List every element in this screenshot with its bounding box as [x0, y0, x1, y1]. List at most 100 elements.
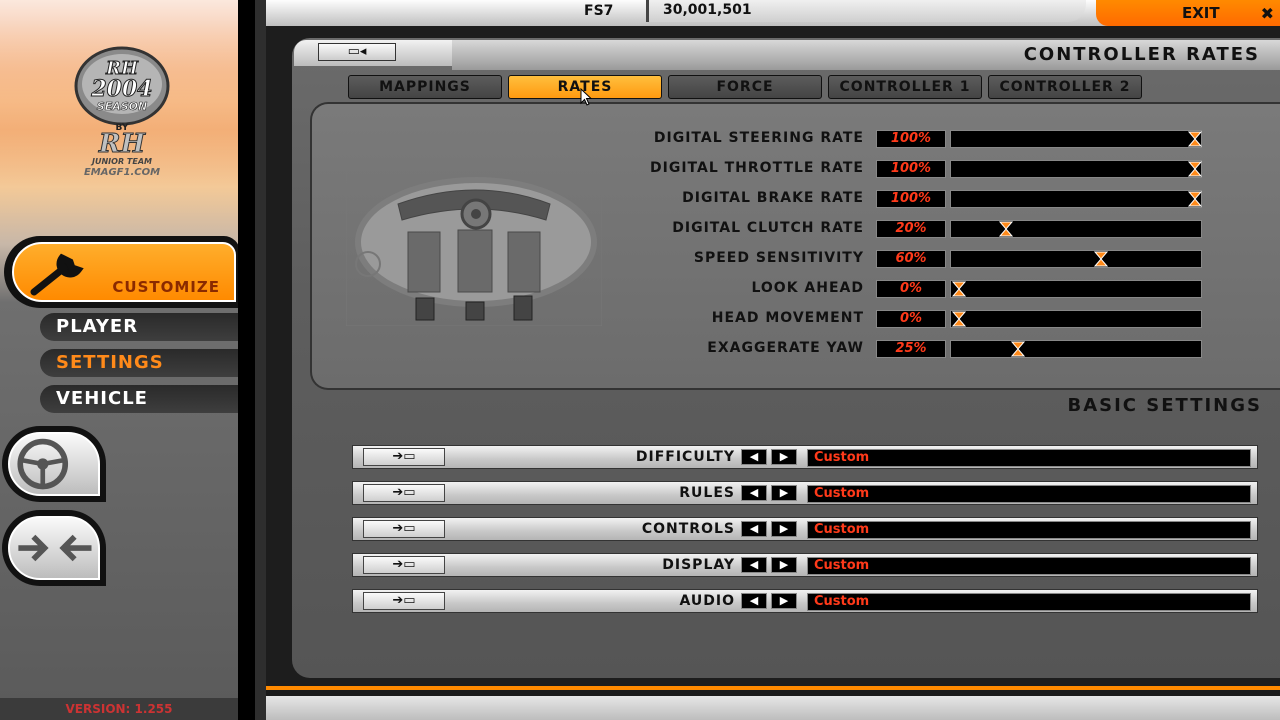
slider-handle-icon[interactable] [1010, 340, 1026, 358]
rate-row-digital-brake: DIGITAL BRAKE RATE 100% [620, 189, 1280, 211]
svg-text:EMAGF1.COM: EMAGF1.COM [84, 167, 160, 178]
rate-row-speed-sensitivity: SPEED SENSITIVITY 60% [620, 249, 1280, 271]
open-setting-button[interactable]: ➔▭ [363, 592, 445, 610]
tab-mappings[interactable]: MAPPINGS [348, 75, 502, 99]
basic-settings-title: BASIC SETTINGS [1067, 395, 1262, 416]
setting-value: Custom [807, 557, 1251, 575]
rate-value: 0% [876, 310, 946, 328]
code-value: 30,001,501 [663, 2, 752, 18]
setting-value: Custom [807, 593, 1251, 611]
mouse-cursor-icon [580, 88, 592, 106]
setting-label: DISPLAY [662, 557, 735, 573]
arrow-right-icon[interactable]: ▶ [771, 593, 797, 609]
version-label: VERSION: 1.255 [0, 698, 238, 720]
controller-diagram [346, 168, 602, 326]
rate-slider[interactable] [950, 250, 1202, 268]
rate-label: DIGITAL THROTTLE RATE [650, 160, 864, 176]
rate-value: 60% [876, 250, 946, 268]
steering-wheel-icon [17, 438, 69, 490]
rate-slider[interactable] [950, 220, 1202, 238]
basic-settings-header: BASIC SETTINGS [310, 392, 1280, 420]
slider-handle-icon[interactable] [998, 220, 1014, 238]
rate-value: 100% [876, 160, 946, 178]
tab-controller-2[interactable]: CONTROLLER 2 [988, 75, 1142, 99]
open-setting-button[interactable]: ➔▭ [363, 520, 445, 538]
steering-wheel-button[interactable] [2, 426, 106, 502]
rate-row-exaggerate-yaw: EXAGGERATE YAW 25% [620, 339, 1280, 361]
rate-row-digital-throttle: DIGITAL THROTTLE RATE 100% [620, 159, 1280, 181]
exit-label: EXIT [1182, 4, 1220, 22]
setting-value: Custom [807, 485, 1251, 503]
open-setting-button[interactable]: ➔▭ [363, 484, 445, 502]
open-setting-button[interactable]: ➔▭ [363, 448, 445, 466]
setting-row-display: ➔▭ DISPLAY ◀ ▶ Custom [352, 553, 1258, 577]
rate-slider[interactable] [950, 130, 1203, 148]
rh-2004-season-logo: RH 2004 SEASON BY RH JUNIOR TEAM EMAGF1.… [74, 46, 170, 178]
rate-label: HEAD MOVEMENT [711, 310, 864, 326]
customize-button[interactable]: CUSTOMIZE [4, 236, 238, 308]
nav-item-player[interactable]: PLAYER [40, 313, 238, 341]
back-button[interactable]: ▭◂ [318, 43, 396, 61]
rate-label: DIGITAL BRAKE RATE [682, 190, 864, 206]
converging-arrows-icon [18, 534, 92, 562]
svg-text:SEASON: SEASON [97, 100, 147, 113]
swap-arrows-button[interactable] [2, 510, 106, 586]
tab-controller-1[interactable]: CONTROLLER 1 [828, 75, 982, 99]
rate-row-digital-clutch: DIGITAL CLUTCH RATE 20% [620, 219, 1280, 241]
svg-text:2004: 2004 [90, 76, 152, 102]
setting-row-audio: ➔▭ AUDIO ◀ ▶ Custom [352, 589, 1258, 613]
fs-label: FS7 [584, 3, 614, 19]
svg-text:RH: RH [98, 129, 147, 159]
arrow-left-icon[interactable]: ◀ [741, 557, 767, 573]
customize-button-face: CUSTOMIZE [12, 242, 236, 302]
swap-arrows-button-face [8, 516, 100, 580]
rate-slider[interactable] [950, 190, 1203, 208]
nav-item-settings[interactable]: SETTINGS [40, 349, 238, 377]
rate-value: 100% [876, 130, 946, 148]
arrow-left-icon[interactable]: ◀ [741, 593, 767, 609]
rate-label: DIGITAL CLUTCH RATE [672, 220, 864, 236]
arrow-right-icon[interactable]: ▶ [771, 557, 797, 573]
title-bar: CONTROLLER RATES [452, 40, 1280, 70]
wrench-icon [30, 253, 84, 296]
rate-slider[interactable] [950, 160, 1203, 178]
slider-handle-icon[interactable] [1187, 160, 1203, 178]
arrow-right-icon[interactable]: ▶ [771, 521, 797, 537]
rate-label: SPEED SENSITIVITY [693, 250, 864, 266]
rate-row-head-movement: HEAD MOVEMENT 0% [620, 309, 1280, 331]
arrow-left-icon[interactable]: ◀ [741, 485, 767, 501]
slider-handle-icon[interactable] [1093, 250, 1109, 268]
left-panel: RH 2004 SEASON BY RH JUNIOR TEAM EMAGF1.… [0, 0, 238, 720]
rate-slider[interactable] [950, 310, 1202, 328]
code-tab: 30,001,501 [646, 0, 1086, 22]
rate-slider[interactable] [950, 340, 1202, 358]
slider-handle-icon[interactable] [1187, 130, 1203, 148]
panel-divider [238, 0, 266, 720]
rate-value: 25% [876, 340, 946, 358]
tab-force-feedback[interactable]: FORCE FEEDBACK [668, 75, 822, 117]
rate-value: 0% [876, 280, 946, 298]
setting-label: DIFFICULTY [635, 449, 735, 465]
rate-label: LOOK AHEAD [751, 280, 864, 296]
exit-button[interactable]: EXIT ✖ [1096, 0, 1280, 26]
open-setting-button[interactable]: ➔▭ [363, 556, 445, 574]
nav-item-vehicle[interactable]: VEHICLE [40, 385, 238, 413]
back-tab: ▭◂ [294, 40, 454, 66]
setting-label: RULES [679, 485, 735, 501]
top-bar: FS7 30,001,501 EXIT ✖ [266, 0, 1280, 26]
rate-row-look-ahead: LOOK AHEAD 0% [620, 279, 1280, 301]
arrow-right-icon[interactable]: ▶ [771, 449, 797, 465]
rate-slider[interactable] [950, 280, 1202, 298]
slider-handle-icon[interactable] [1187, 190, 1203, 208]
slider-handle-icon[interactable] [951, 310, 967, 328]
setting-value: Custom [807, 521, 1251, 539]
arrow-left-icon[interactable]: ◀ [741, 449, 767, 465]
close-icon: ✖ [1260, 4, 1274, 23]
customize-label: CUSTOMIZE [112, 278, 220, 296]
slider-handle-icon[interactable] [951, 280, 967, 298]
rate-row-digital-steering: DIGITAL STEERING RATE 100% [620, 129, 1280, 151]
bottom-strip [266, 686, 1280, 720]
arrow-right-icon[interactable]: ▶ [771, 485, 797, 501]
rate-value: 20% [876, 220, 946, 238]
arrow-left-icon[interactable]: ◀ [741, 521, 767, 537]
